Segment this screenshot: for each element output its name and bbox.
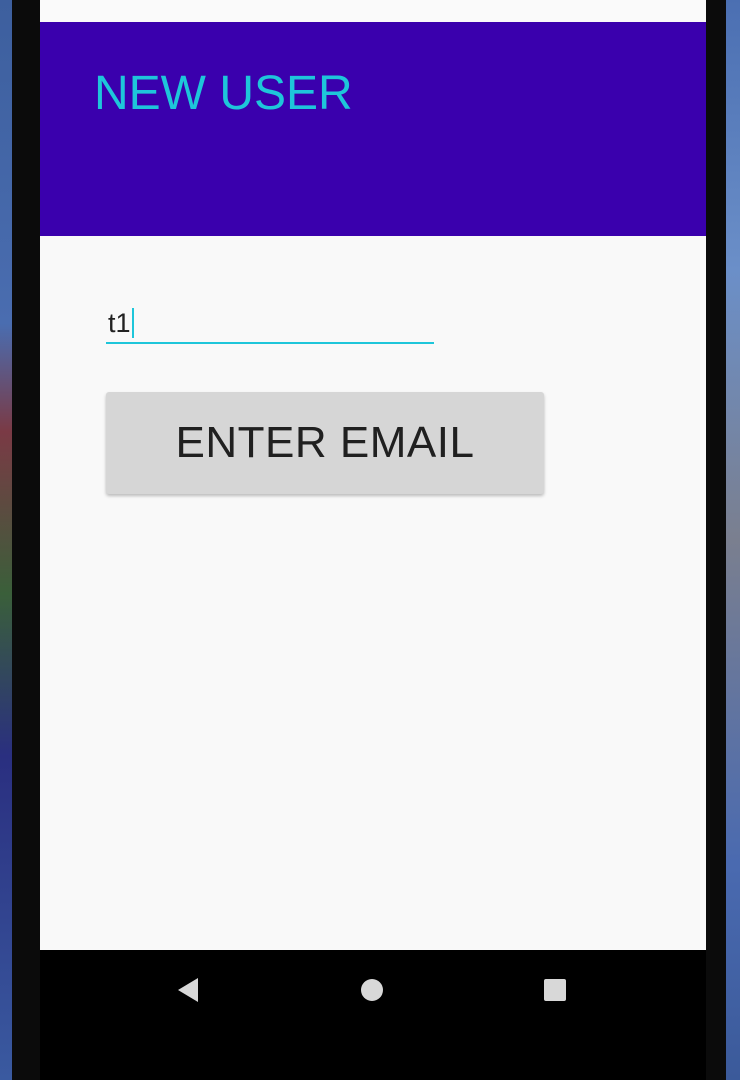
nav-home-button[interactable] [342,972,402,1008]
back-icon [178,978,198,1002]
nav-recents-button[interactable] [525,972,585,1008]
text-input[interactable]: t1 [106,298,434,344]
home-icon [361,979,383,1001]
status-bar [40,0,706,22]
text-cursor [131,308,134,338]
desktop-background-right [726,0,740,1080]
text-input-value: t1 [108,308,131,338]
main-content: t1 ENTER EMAIL [40,236,706,950]
system-navigation-bar [40,950,706,1080]
page-title: NEW USER [94,67,353,120]
desktop-background-left [0,0,12,1080]
app-toolbar: NEW USER [40,22,706,236]
phone-frame: NEW USER t1 ENTER EMAIL [12,0,726,1080]
recents-icon [544,979,566,1001]
enter-email-button[interactable]: ENTER EMAIL [106,392,544,494]
app-screen: NEW USER t1 ENTER EMAIL [40,0,706,950]
nav-back-button[interactable] [158,972,218,1008]
